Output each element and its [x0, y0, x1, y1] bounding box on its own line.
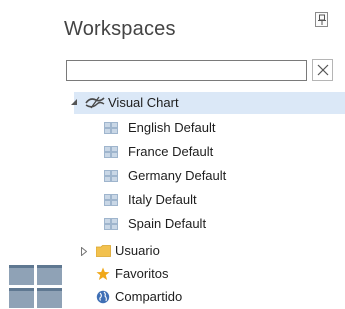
tree-item-label: Favoritos: [115, 266, 169, 281]
tree-item-label: Germany Default: [128, 168, 227, 183]
collapsed-arrow-icon[interactable]: [81, 247, 87, 256]
tree-item-label: Visual Chart: [108, 95, 179, 110]
close-icon: [317, 64, 329, 76]
expanded-arrow-icon[interactable]: [71, 99, 78, 106]
pin-button[interactable]: [315, 12, 328, 27]
grid-layout-icon: [104, 146, 118, 158]
tree-item-label: Italy Default: [128, 192, 197, 207]
globe-icon: [96, 290, 110, 304]
panel-title: Workspaces: [64, 18, 176, 40]
grid-layout-icon: [104, 170, 118, 182]
folder-icon: [96, 245, 111, 257]
grid-layout-icon: [104, 194, 118, 206]
workspace-tiles-icon: [9, 265, 63, 309]
pin-icon: [318, 14, 326, 25]
tree-item-label: Compartido: [115, 289, 183, 304]
star-icon: [96, 267, 110, 280]
clear-search-button[interactable]: [312, 59, 333, 81]
grid-layout-icon: [104, 218, 118, 230]
tree-item-visual-chart[interactable]: Visual Chart: [71, 92, 345, 114]
tree-item-label: English Default: [128, 120, 216, 135]
tree-item-label: Usuario: [115, 243, 160, 258]
tree-item-label: Spain Default: [128, 216, 207, 231]
visual-chart-logo-icon: [85, 96, 105, 109]
search-input[interactable]: [66, 60, 307, 81]
tree-item-label: France Default: [128, 144, 214, 159]
grid-layout-icon: [104, 122, 118, 134]
